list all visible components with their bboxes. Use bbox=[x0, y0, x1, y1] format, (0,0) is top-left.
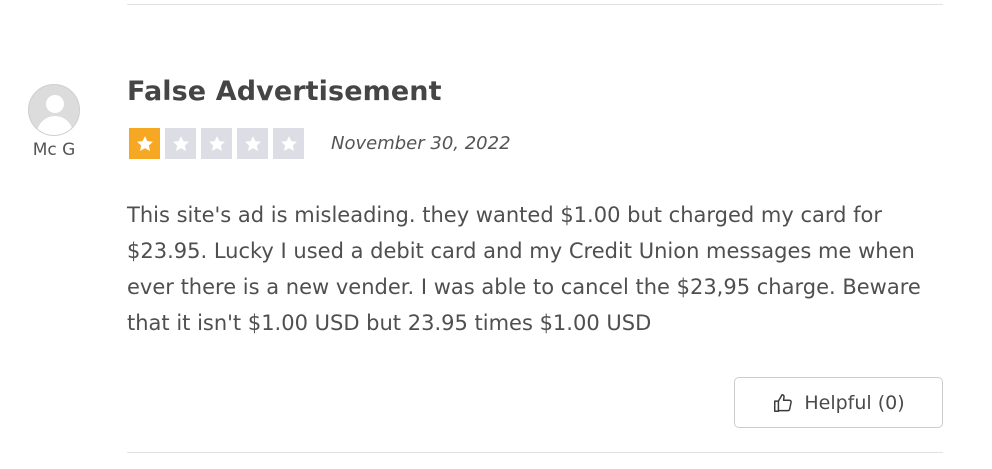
review-body: This site's ad is misleading. they wante… bbox=[127, 203, 921, 335]
bottom-divider bbox=[127, 452, 943, 453]
author-name: Mc G bbox=[32, 140, 76, 160]
star-rating bbox=[129, 128, 304, 159]
helpful-button[interactable]: Helpful (0) bbox=[734, 377, 943, 428]
top-divider bbox=[127, 4, 943, 5]
star-icon bbox=[201, 128, 232, 159]
star-icon bbox=[273, 128, 304, 159]
star-icon bbox=[165, 128, 196, 159]
star-icon bbox=[129, 128, 160, 159]
review-date: November 30, 2022 bbox=[331, 133, 511, 154]
review-title: False Advertisement bbox=[127, 76, 442, 107]
user-avatar-icon bbox=[28, 84, 80, 136]
helpful-label: Helpful (0) bbox=[804, 391, 905, 414]
thumbs-up-icon bbox=[774, 393, 793, 412]
star-icon bbox=[237, 128, 268, 159]
